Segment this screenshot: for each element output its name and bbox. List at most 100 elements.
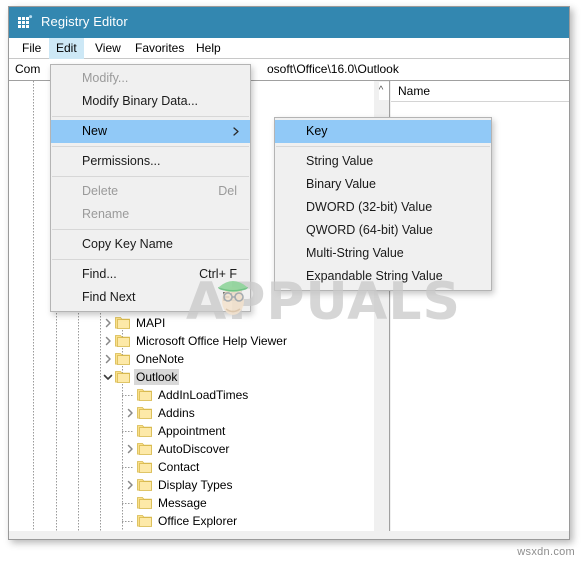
menu-item-label: Binary Value: [306, 177, 376, 191]
tree-item-appointment[interactable]: Appointment: [9, 422, 374, 440]
folder-icon: [137, 478, 152, 491]
tree-item-outlook[interactable]: Outlook: [9, 368, 374, 386]
folder-icon: [137, 460, 152, 473]
menu-edit[interactable]: Edit: [49, 38, 84, 59]
menu-item-label: New: [82, 124, 108, 138]
column-header-label: Name: [398, 84, 431, 98]
menu-separator: [52, 229, 249, 230]
menu-favorites[interactable]: Favorites: [128, 38, 191, 59]
tree-item-label: Appointment: [158, 424, 226, 438]
title-bar: Registry Editor: [9, 7, 569, 38]
menu-separator: [276, 146, 490, 147]
menu-view[interactable]: View: [88, 38, 128, 59]
folder-icon: [137, 442, 152, 455]
registry-editor-icon: [18, 15, 33, 30]
menu-item-label: Expandable String Value: [306, 269, 443, 283]
screenshot-root: Registry Editor File Edit View Favorites…: [0, 0, 582, 562]
folder-icon: [137, 388, 152, 401]
menu-item-label: Modify...: [82, 71, 129, 85]
folder-icon: [137, 514, 152, 527]
new-menu-item-binary-value[interactable]: Binary Value: [275, 173, 491, 196]
window-title: Registry Editor: [41, 14, 128, 29]
menu-separator: [52, 116, 249, 117]
tree-item-onenote[interactable]: OneNote: [9, 350, 374, 368]
tree-item-office-explorer[interactable]: Office Explorer: [9, 512, 374, 530]
folder-icon: [115, 316, 130, 329]
edit-menu-item-modify-binary-data[interactable]: Modify Binary Data...: [51, 90, 250, 113]
tree-connector: [122, 467, 133, 468]
tree-connector: [122, 431, 133, 432]
menu-item-shortcut: Ctrl+ F: [199, 267, 237, 281]
column-header-name[interactable]: Name: [391, 81, 569, 102]
edit-menu-item-copy-key-name[interactable]: Copy Key Name: [51, 233, 250, 256]
edit-menu-item-find[interactable]: Find... Ctrl+ F: [51, 263, 250, 286]
new-menu-item-string-value[interactable]: String Value: [275, 150, 491, 173]
folder-icon: [115, 352, 130, 365]
menu-help[interactable]: Help: [189, 38, 228, 59]
chevron-right-icon[interactable]: [123, 442, 137, 456]
tree-item-addins[interactable]: Addins: [9, 404, 374, 422]
folder-icon: [137, 496, 152, 509]
chevron-down-icon[interactable]: [101, 370, 115, 384]
new-menu-item-qword-64-bit-value[interactable]: QWORD (64-bit) Value: [275, 219, 491, 242]
tree-item-label: Message: [158, 496, 207, 510]
submenu-arrow-icon: [232, 120, 240, 143]
menu-item-label: Rename: [82, 207, 130, 221]
edit-menu-item-rename: Rename: [51, 203, 250, 226]
new-menu-item-expandable-string-value[interactable]: Expandable String Value: [275, 265, 491, 288]
menu-item-label: QWORD (64-bit) Value: [306, 223, 433, 237]
menu-item-label: Key: [306, 124, 328, 138]
tree-item-autodiscover[interactable]: AutoDiscover: [9, 440, 374, 458]
menu-separator: [52, 146, 249, 147]
chevron-right-icon[interactable]: [123, 478, 137, 492]
chevron-right-icon[interactable]: [123, 406, 137, 420]
new-menu-item-dword-32-bit-value[interactable]: DWORD (32-bit) Value: [275, 196, 491, 219]
menu-bar: File Edit View Favorites Help: [9, 38, 569, 59]
tree-connector: [122, 521, 133, 522]
edit-menu-item-delete: Delete Del: [51, 180, 250, 203]
tree-item-label: Contact: [158, 460, 200, 474]
tree-item-label: AddInLoadTimes: [158, 388, 249, 402]
menu-item-shortcut: F3: [222, 290, 237, 304]
menu-separator: [52, 259, 249, 260]
tree-item-addinloadtimes[interactable]: AddInLoadTimes: [9, 386, 374, 404]
menu-item-label: Find Next: [82, 290, 136, 304]
chevron-right-icon[interactable]: [101, 334, 115, 348]
menu-item-label: DWORD (32-bit) Value: [306, 200, 433, 214]
tree-item-options[interactable]: Options: [9, 530, 374, 531]
menu-item-shortcut: Del: [218, 184, 237, 198]
tree-item-mapi[interactable]: MAPI: [9, 314, 374, 332]
chevron-right-icon[interactable]: [101, 352, 115, 366]
tree-item-label: MAPI: [136, 316, 166, 330]
edit-dropdown-menu[interactable]: Modify... Modify Binary Data... New Permiss…: [50, 64, 251, 312]
tree-item-message[interactable]: Message: [9, 494, 374, 512]
menu-file[interactable]: File: [15, 38, 48, 59]
menu-item-label: Delete: [82, 184, 119, 198]
wsxdn-watermark: wsxdn.com: [517, 546, 575, 558]
folder-icon: [137, 406, 152, 419]
tree-connector: [122, 503, 133, 504]
new-menu-item-multi-string-value[interactable]: Multi-String Value: [275, 242, 491, 265]
edit-menu-item-modify: Modify...: [51, 67, 250, 90]
folder-icon: [115, 334, 130, 347]
menu-separator: [52, 176, 249, 177]
menu-item-label: Copy Key Name: [82, 237, 174, 251]
tree-item-contact[interactable]: Contact: [9, 458, 374, 476]
tree-item-label: Microsoft Office Help Viewer: [136, 334, 287, 348]
edit-menu-item-find-next[interactable]: Find Next F3: [51, 286, 250, 309]
tree-item-microsoft-office-help-viewer[interactable]: Microsoft Office Help Viewer: [9, 332, 374, 350]
new-submenu[interactable]: Key String Value Binary Value DWORD (32-bit…: [274, 117, 492, 291]
menu-item-label: Modify Binary Data...: [82, 94, 199, 108]
tree-item-label: Addins: [158, 406, 195, 420]
edit-menu-item-permissions[interactable]: Permissions...: [51, 150, 250, 173]
tree-item-label: Display Types: [158, 478, 233, 492]
tree-connector: [122, 395, 133, 396]
menu-item-label: Multi-String Value: [306, 246, 404, 260]
chevron-right-icon[interactable]: [101, 316, 115, 330]
edit-menu-item-new[interactable]: New: [51, 120, 250, 143]
address-path-prefix: Com: [15, 62, 41, 76]
folder-icon: [115, 370, 130, 383]
new-menu-item-key[interactable]: Key: [275, 120, 491, 143]
tree-item-display-types[interactable]: Display Types: [9, 476, 374, 494]
tree-item-label: Office Explorer: [158, 514, 238, 528]
